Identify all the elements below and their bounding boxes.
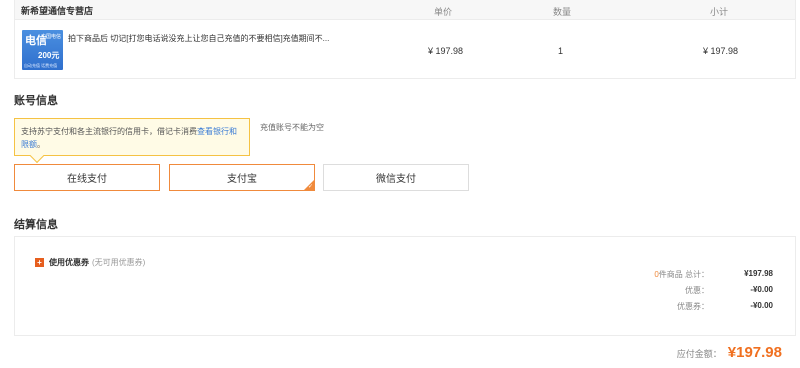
account-error-hint: 充值账号不能为空 bbox=[260, 123, 324, 132]
product-thumbnail[interactable]: 电信 中国电信 200元 自动充值 话费充值 bbox=[22, 30, 63, 70]
column-header-quantity: 数量 bbox=[553, 7, 572, 17]
check-mark-icon: ✓ bbox=[307, 184, 313, 190]
payment-tooltip: 支持苏宁支付和各主流银行的信用卡，借记卡消费查看银行和限额。 bbox=[14, 118, 250, 164]
discount-label: 优惠： bbox=[685, 286, 709, 295]
wechat-pay-label: 微信支付 bbox=[376, 174, 416, 185]
product-description-link[interactable]: 拍下商品后 切记[打您电话说没充上让您自己充值的不要相信]充值期间不... bbox=[68, 33, 329, 44]
thumb-foot: 自动充值 话费充值 bbox=[24, 63, 58, 68]
settlement-panel: + 使用优惠券 (无可用优惠券) 0件商品 总计： ¥197.98 优惠： -¥… bbox=[14, 236, 796, 336]
plus-icon[interactable]: + bbox=[35, 258, 44, 267]
coupon-note: (无可用优惠券) bbox=[92, 258, 146, 267]
discount-value: -¥0.00 bbox=[750, 285, 773, 294]
store-name[interactable]: 新希望通信专营店 bbox=[21, 4, 93, 17]
order-table: 新希望通信专营店 单价 数量 小计 电信 中国电信 200元 自动充值 话费充值… bbox=[14, 0, 796, 79]
thumb-amount: 200元 bbox=[38, 51, 60, 60]
column-header-subtotal: 小计 bbox=[710, 7, 729, 17]
wechat-pay-button[interactable]: 微信支付 bbox=[323, 164, 469, 191]
online-payment-button[interactable]: 在线支付 bbox=[14, 164, 160, 191]
payable-label: 应付金额： bbox=[676, 349, 722, 359]
settlement-section-title: 结算信息 bbox=[14, 219, 58, 231]
unit-price: ¥ 197.98 bbox=[428, 46, 464, 56]
coupon-toggle[interactable]: + 使用优惠券 (无可用优惠券) bbox=[35, 257, 145, 268]
item-count-suffix: 件商品 总计： bbox=[658, 270, 709, 279]
column-header-price: 单价 bbox=[434, 7, 453, 17]
goods-total-label: 0件商品 总计： bbox=[654, 269, 709, 280]
alipay-button[interactable]: 支付宝 ✓ bbox=[169, 164, 315, 191]
coupon-sum-value: -¥0.00 bbox=[750, 301, 773, 310]
thumb-badge: 中国电信 bbox=[40, 34, 61, 40]
account-section-title: 账号信息 bbox=[14, 95, 58, 107]
online-payment-label: 在线支付 bbox=[67, 174, 107, 185]
subtotal: ¥ 197.98 bbox=[703, 46, 739, 56]
tooltip-suffix: 。 bbox=[37, 140, 45, 149]
quantity: 1 bbox=[558, 46, 564, 56]
tooltip-text: 支持苏宁支付和各主流银行的信用卡，借记卡消费 bbox=[21, 127, 197, 136]
payable-total-row: 应付金额： ¥197.98 bbox=[677, 344, 782, 361]
order-table-header: 新希望通信专营店 单价 数量 小计 bbox=[15, 0, 795, 20]
payable-value: ¥197.98 bbox=[727, 344, 782, 361]
coupon-sum-label: 优惠券： bbox=[677, 302, 709, 311]
tooltip-arrow bbox=[29, 148, 45, 164]
alipay-label: 支付宝 bbox=[227, 174, 257, 185]
coupon-label[interactable]: 使用优惠券 bbox=[49, 257, 89, 268]
goods-total-value: ¥197.98 bbox=[744, 269, 773, 278]
